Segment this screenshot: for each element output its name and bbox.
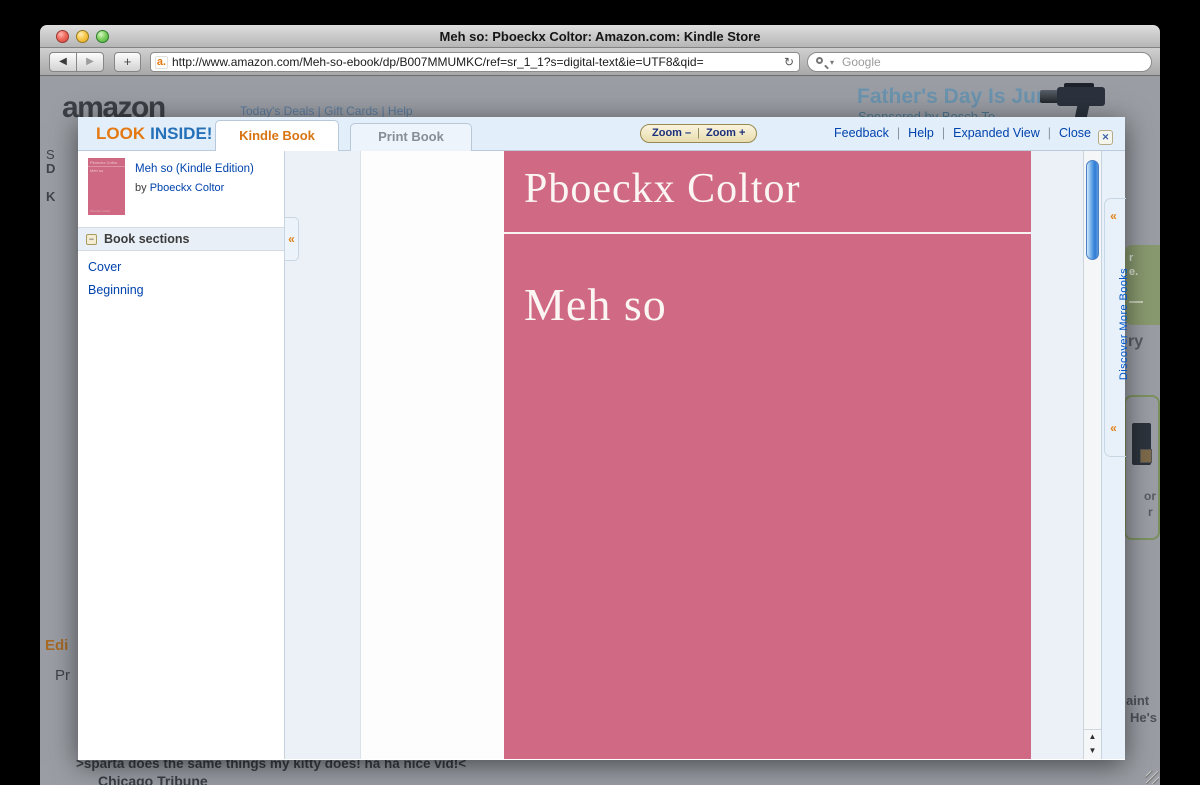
title-bar[interactable]: Meh so: Pboeckx Coltor: Amazon.com: Kind… <box>40 25 1160 48</box>
plus-icon: + <box>123 54 132 69</box>
collapse-left-icon: « <box>1110 209 1117 223</box>
left-page-fragment: D <box>46 161 56 176</box>
window-controls <box>56 30 109 43</box>
reload-icon[interactable]: ↻ <box>784 53 794 71</box>
forward-button[interactable]: ▶ <box>76 52 104 72</box>
resize-grip[interactable] <box>1146 771 1159 784</box>
review-source: Chicago Tribune <box>98 773 208 785</box>
book-thumbnail[interactable]: Pboeckx Coltor Meh so Pboeckx Coltor <box>88 158 125 215</box>
forward-icon: ▶ <box>86 56 94 67</box>
zoom-separator: | <box>697 127 700 139</box>
product-description-fragment: Pr <box>55 667 70 684</box>
editorial-reviews-fragment: Edi <box>45 637 69 654</box>
brand-inside: INSIDE! <box>150 124 213 143</box>
discover-collapse-top[interactable]: « <box>1102 209 1125 223</box>
amazon-page-dimmed: amazon Today's Deals | Gift Cards | Help… <box>40 77 1160 785</box>
reader-scrollbar[interactable]: ▲ ▼ <box>1083 151 1101 759</box>
close-link[interactable]: Close <box>1059 126 1091 140</box>
scroll-up-button[interactable]: ▲ <box>1084 730 1101 744</box>
top-nav-fragment: Today's Deals | Gift Cards | Help <box>240 104 413 118</box>
drill-image <box>1040 79 1120 121</box>
amazon-favicon: a. <box>155 56 168 69</box>
search-dropdown-icon[interactable]: ▾ <box>830 53 834 72</box>
search-placeholder: Google <box>842 55 881 69</box>
author-link[interactable]: Pboeckx Coltor <box>150 182 225 194</box>
section-link-cover[interactable]: Cover <box>88 260 284 274</box>
right-rail-box: r e. <box>1125 245 1160 325</box>
left-page-fragment: S <box>46 147 55 162</box>
help-link[interactable]: Help <box>908 126 934 140</box>
book-info: Pboeckx Coltor Meh so Pboeckx Coltor Meh… <box>78 151 284 215</box>
discover-collapse-bottom[interactable]: « <box>1102 421 1125 435</box>
new-tab-button[interactable]: + <box>114 52 141 72</box>
left-page-fragment: K <box>46 189 56 204</box>
right-page-fragment: ry <box>1128 333 1144 350</box>
zoom-in-button[interactable]: Zoom + <box>706 127 745 139</box>
tab-print-book[interactable]: Print Book <box>350 123 472 151</box>
book-sections-header: − Book sections <box>78 227 284 251</box>
overlay-sidebar: Pboeckx Coltor Meh so Pboeckx Coltor Meh… <box>78 151 285 759</box>
search-icon <box>816 57 823 64</box>
book-title-link[interactable]: Meh so (Kindle Edition) <box>135 163 254 175</box>
product-icon <box>1140 449 1152 463</box>
collapse-left-icon: « <box>1110 421 1117 435</box>
screen: Meh so: Pboeckx Coltor: Amazon.com: Kind… <box>0 0 1200 785</box>
browser-window: Meh so: Pboeckx Coltor: Amazon.com: Kind… <box>40 25 1160 785</box>
back-button[interactable]: ◀ <box>49 52 77 72</box>
search-field[interactable]: ▾ Google <box>807 52 1152 72</box>
collapse-left-icon: « <box>288 232 295 246</box>
cover-title: Meh so <box>524 279 667 330</box>
by-label: by <box>135 182 147 194</box>
book-sections-label: Book sections <box>104 232 190 246</box>
close-window-button[interactable] <box>56 30 69 43</box>
zoom-window-button[interactable] <box>96 30 109 43</box>
section-link-beginning[interactable]: Beginning <box>88 283 284 297</box>
url-text: http://www.amazon.com/Meh-so-ebook/dp/B0… <box>172 55 704 69</box>
brand-look: LOOK <box>96 124 146 143</box>
back-icon: ◀ <box>59 56 67 67</box>
scrollbar-thumb[interactable] <box>1086 160 1099 260</box>
browser-toolbar: ◀ ▶ + a. http://www.amazon.com/Meh-so-eb… <box>40 48 1160 76</box>
overlay-links: Feedback | Help | Expanded View | Close ✕ <box>834 117 1113 150</box>
collapse-minus-icon[interactable]: − <box>86 233 97 245</box>
feedback-link[interactable]: Feedback <box>834 126 889 140</box>
sidebar-collapse-tab[interactable]: « <box>284 217 299 261</box>
cover-author: Pboeckx Coltor <box>524 166 801 212</box>
tab-kindle-book[interactable]: Kindle Book <box>215 120 339 151</box>
nav-buttons: ◀ ▶ <box>49 52 104 72</box>
look-inside-overlay: LOOK INSIDE! Kindle Book Print Book Zoom … <box>78 117 1130 760</box>
expanded-view-link[interactable]: Expanded View <box>953 126 1040 140</box>
address-bar[interactable]: a. http://www.amazon.com/Meh-so-ebook/dp… <box>150 52 800 72</box>
right-page-fragment: He's <box>1130 710 1157 725</box>
reader-area: Pboeckx Coltor Meh so <box>285 151 1083 759</box>
discover-more-books-tab[interactable]: Discover More Books <box>1118 268 1130 380</box>
zoom-controls: Zoom – | Zoom + <box>640 124 758 143</box>
look-inside-brand: LOOK INSIDE! <box>96 117 212 150</box>
overlay-body: Pboeckx Coltor Meh so Pboeckx Coltor Meh… <box>78 151 1130 759</box>
minimize-window-button[interactable] <box>76 30 89 43</box>
scroll-up-icon: ▲ <box>1088 732 1097 741</box>
right-page-fragment: aint <box>1126 693 1150 708</box>
discover-strip: « Discover More Books « <box>1101 151 1130 759</box>
window-title: Meh so: Pboeckx Coltor: Amazon.com: Kind… <box>439 29 761 44</box>
right-rail-box: or r <box>1124 395 1160 540</box>
close-icon[interactable]: ✕ <box>1098 130 1113 145</box>
book-cover: Pboeckx Coltor Meh so <box>504 151 1031 759</box>
book-page: Pboeckx Coltor Meh so <box>360 151 1031 759</box>
scroll-down-icon: ▼ <box>1088 746 1097 755</box>
overlay-header: LOOK INSIDE! Kindle Book Print Book Zoom … <box>78 117 1125 151</box>
zoom-out-button[interactable]: Zoom – <box>652 127 691 139</box>
scroll-down-button[interactable]: ▼ <box>1084 744 1101 758</box>
